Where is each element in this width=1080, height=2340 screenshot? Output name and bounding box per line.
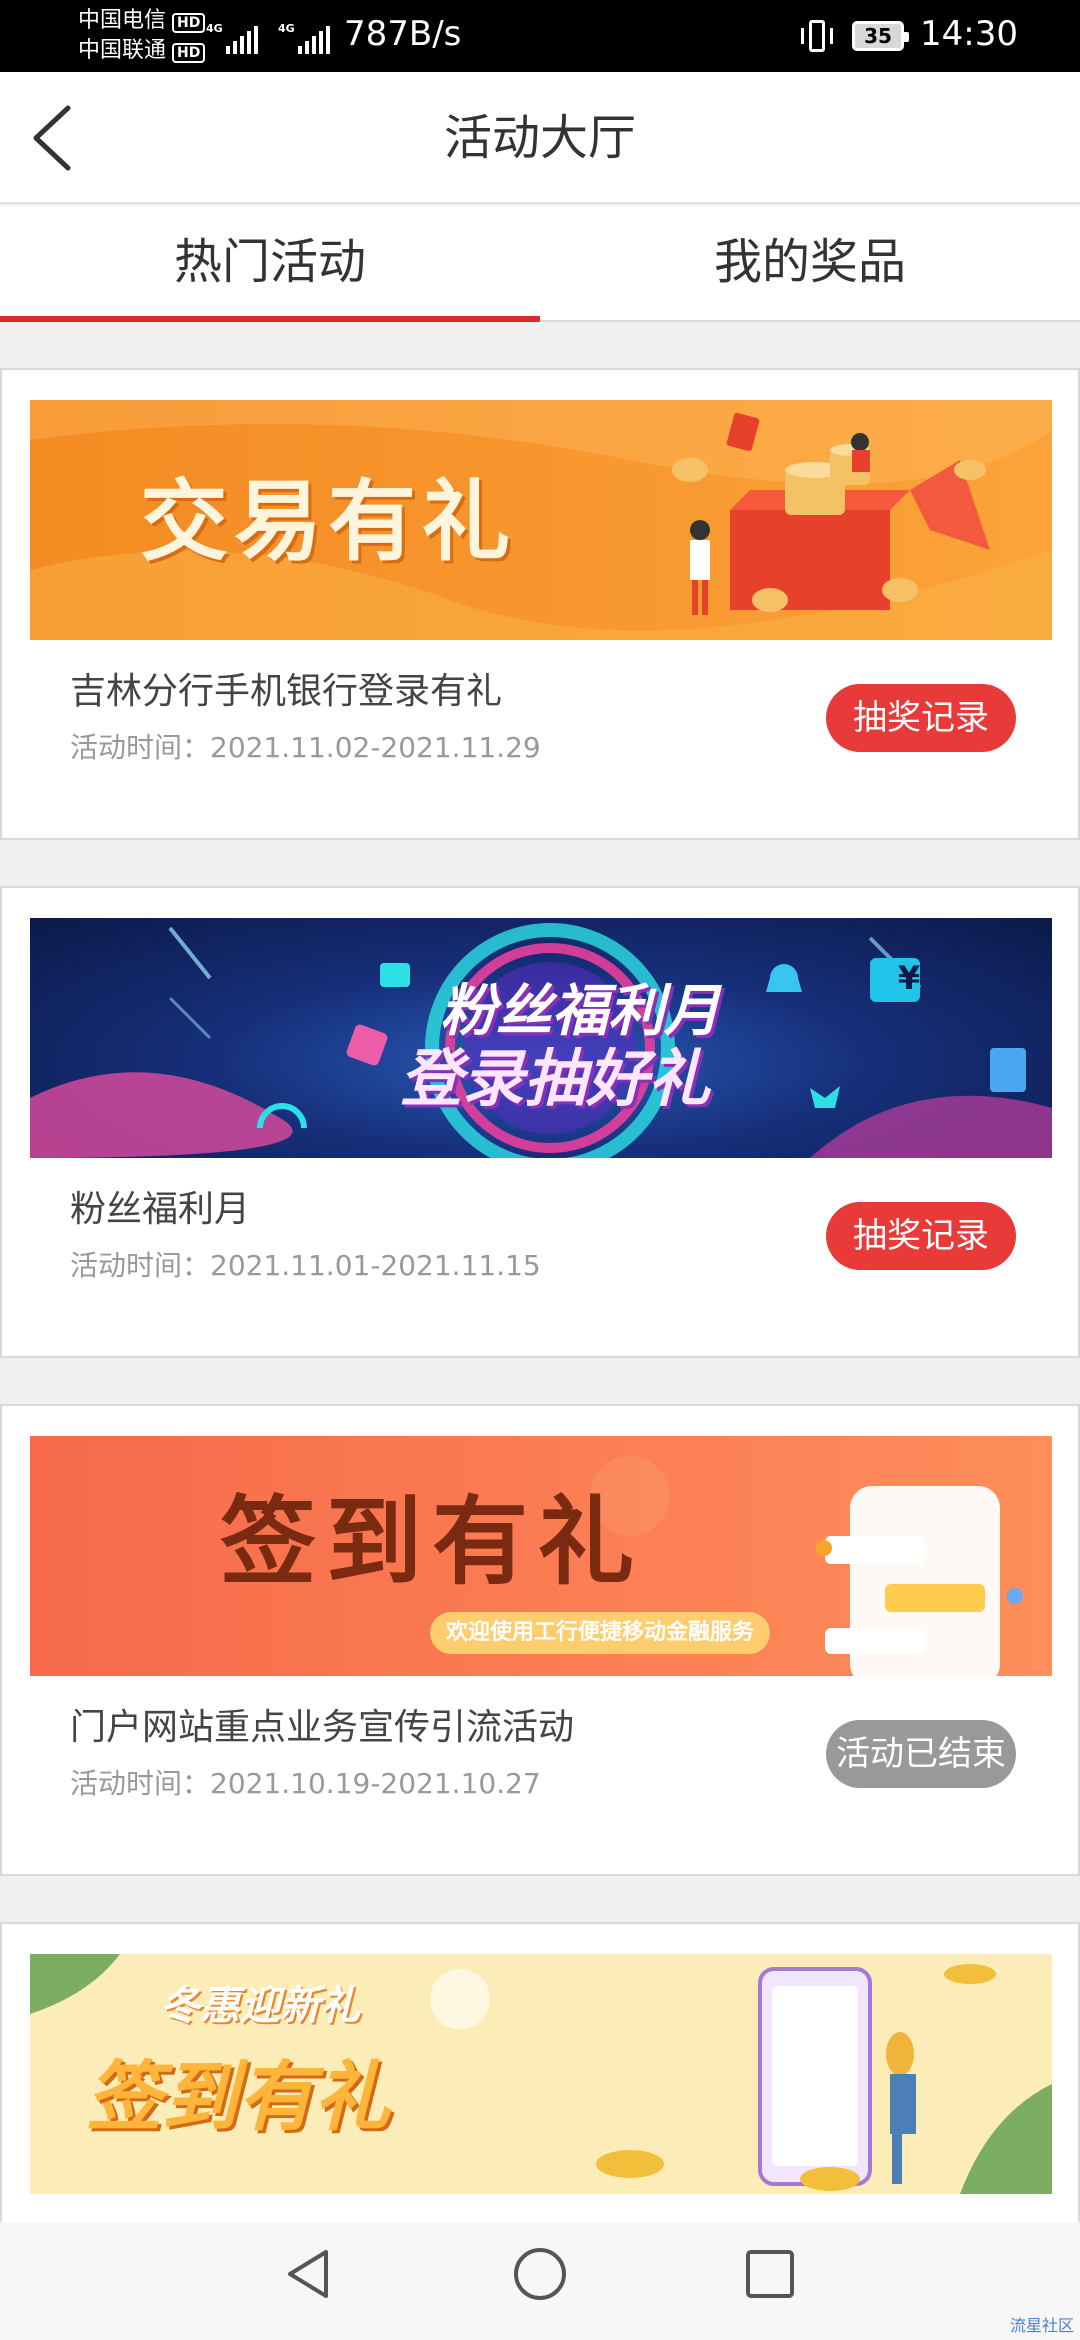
watermark-text: 流星社区 (1009, 2316, 1074, 2335)
banner-currency: ¥ (897, 959, 921, 997)
carrier-1-name: 中国电信 (78, 8, 167, 33)
hd-badge-2: HD (172, 43, 206, 63)
signal-icon-1: 4G (206, 22, 258, 54)
activity-ended-button[interactable]: 活动已结束 (826, 1720, 1016, 1788)
activity-title: 吉林分行手机银行登录有礼 (70, 671, 503, 712)
battery-icon: 35 (852, 21, 909, 51)
nav-recent-apps-button[interactable] (742, 2246, 798, 2306)
page-title: 活动大厅 (443, 110, 636, 166)
tab-bar: 热门活动 我的奖品 (0, 206, 1080, 322)
tab-my-prizes[interactable]: 我的奖品 (540, 206, 1080, 322)
square-recent-icon (746, 2250, 794, 2298)
activity-banner-checkin-gift[interactable]: 签到有礼 欢迎使用工行便捷移动金融服务 (30, 1436, 1052, 1676)
clock: 14:30 (920, 14, 1018, 54)
nav-home-button[interactable] (512, 2246, 568, 2306)
activity-banner-fan-welfare[interactable]: ¥ 粉丝福利月 登录抽好礼 (30, 918, 1052, 1158)
activity-time: 活动时间：2021.11.01-2021.11.15 (70, 1249, 541, 1282)
lottery-record-button[interactable]: 抽奖记录 (826, 1202, 1016, 1270)
status-bar: 中国电信 HD 中国联通 HD 4G 4G 787B/s 35 14:30 (0, 0, 1080, 72)
activity-time: 活动时间：2021.10.19-2021.10.27 (70, 1767, 541, 1800)
banner-title: 交易有礼 (140, 470, 517, 573)
signal-icons: 4G 4G (206, 18, 330, 54)
lottery-record-button[interactable]: 抽奖记录 (826, 684, 1016, 752)
carrier-2-name: 中国联通 (78, 38, 167, 63)
activity-title: 粉丝福利月 (70, 1189, 251, 1230)
app-header: 活动大厅 (0, 72, 1080, 204)
banner-title: 签到有礼 (220, 1486, 644, 1598)
network-type-1: 4G (206, 22, 223, 35)
banner-subtitle: 冬惠迎新礼 (160, 1983, 360, 2029)
signal-icon-2: 4G (278, 22, 330, 54)
activity-time: 活动时间：2021.11.02-2021.11.29 (70, 731, 541, 764)
banner-title-2: 登录抽好礼 (400, 1042, 711, 1115)
net-speed: 787B/s (344, 14, 462, 54)
vibrate-icon (800, 20, 834, 52)
activity-banner-trade-gift[interactable]: 交易有礼 (30, 400, 1052, 640)
circle-home-icon (514, 2248, 566, 2300)
triangle-back-icon (288, 2250, 328, 2298)
carrier-2: 中国联通 HD (78, 38, 206, 64)
active-tab-indicator (0, 316, 540, 322)
activity-card[interactable]: 交易有礼 吉林分行手机银行登录有礼 活动时间：2021.11.02-2021.1… (0, 368, 1080, 840)
system-navigation-bar: 流星社区 (0, 2222, 1080, 2340)
activity-banner-winter-checkin[interactable]: 冬惠迎新礼 签到有礼 (30, 1954, 1052, 2194)
hd-badge-1: HD (172, 13, 206, 33)
nav-back-button[interactable] (282, 2246, 338, 2306)
activity-card[interactable]: ¥ 粉丝福利月 登录抽好礼 粉丝福利月 活动时间：2021.11.01-2021… (0, 886, 1080, 1358)
carrier-1: 中国电信 HD (78, 8, 206, 34)
activity-title: 门户网站重点业务宣传引流活动 (70, 1707, 575, 1748)
banner-title-1: 粉丝福利月 (440, 979, 720, 1044)
banner-subtitle: 欢迎使用工行便捷移动金融服务 (445, 1620, 754, 1645)
tab-hot-activities[interactable]: 热门活动 (0, 206, 540, 322)
banner-title: 签到有礼 (86, 2052, 390, 2141)
activity-card[interactable]: 签到有礼 欢迎使用工行便捷移动金融服务 门户网站重点业务宣传引流活动 活动时间：… (0, 1404, 1080, 1876)
network-type-2: 4G (278, 22, 295, 35)
